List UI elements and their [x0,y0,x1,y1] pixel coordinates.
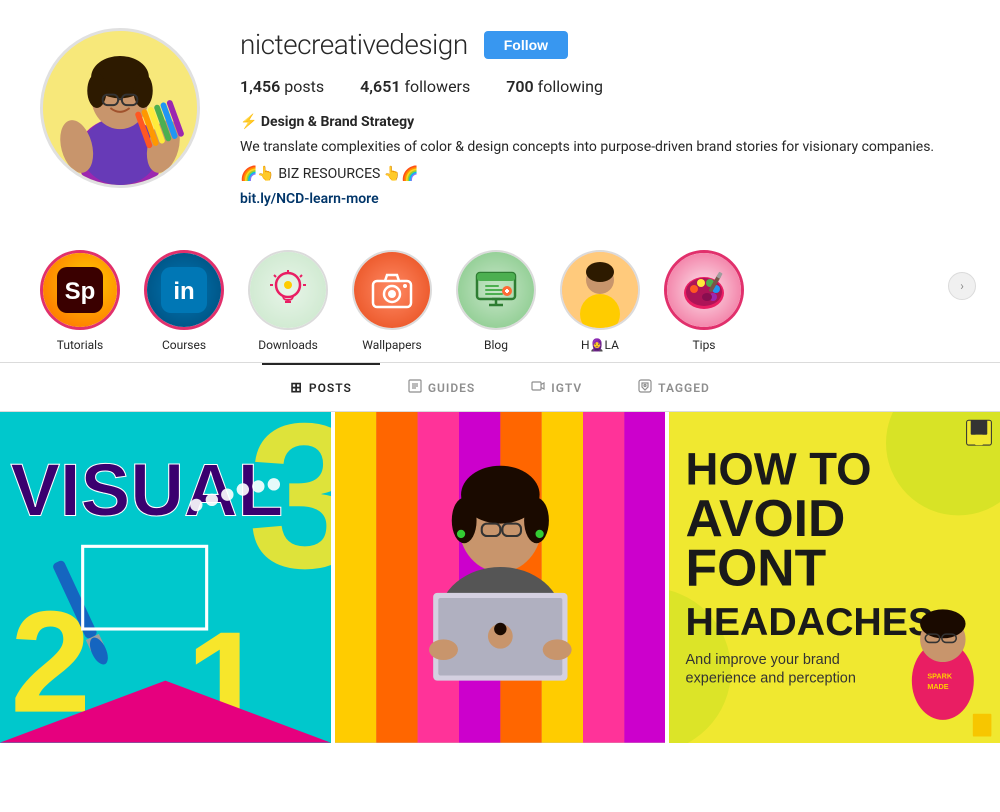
post-font-bg: HOW TO AVOID FONT HEADACHES And improve … [669,412,1000,743]
highlight-bg-hola [562,252,638,328]
svg-text:HOW TO: HOW TO [686,443,872,494]
svg-text:FONT: FONT [686,539,827,597]
tab-igtv-label: IGTV [551,381,582,395]
highlight-label-wallpapers: Wallpapers [362,338,421,352]
highlight-tips[interactable]: Tips [664,250,744,352]
highlight-bg-tips [667,253,741,327]
svg-text:MADE: MADE [928,682,949,691]
posts-label: posts [284,77,324,96]
bio-name: ⚡ Design & Brand Strategy [240,112,960,133]
posts-icon: ⊞ [290,380,303,396]
highlight-hola[interactable]: H🧕LA [560,250,640,352]
highlight-bg-wallpapers [354,252,430,328]
following-label: following [538,77,603,96]
profile-header-row: nictecreativedesign Follow [240,28,960,61]
stats-row: 1,456 posts 4,651 followers 700 followin… [240,77,960,96]
highlights-next-arrow[interactable]: › [948,272,976,300]
highlight-bg-blog [458,252,534,328]
profile-info: nictecreativedesign Follow 1,456 posts 4… [240,28,960,210]
highlight-circle-wallpapers [352,250,432,330]
highlight-bg-downloads [250,252,326,328]
svg-text:And improve your brand: And improve your brand [686,652,840,668]
highlight-bg-courses: in [147,253,221,327]
highlight-downloads[interactable]: Downloads [248,250,328,352]
highlights-section: Sp Tutorials in Courses [0,230,1000,363]
tab-tagged[interactable]: TAGGED [610,363,738,411]
highlight-bg-tutorials: Sp [43,253,117,327]
username: nictecreativedesign [240,28,468,61]
bio-emoji: ⚡ [240,114,257,130]
guides-icon [408,379,422,397]
tab-igtv[interactable]: IGTV [503,363,610,411]
follow-button[interactable]: Follow [484,31,568,59]
bio-link-row: 🌈👆 BIZ RESOURCES 👆🌈 [240,164,960,185]
bio-link-wrapper: bit.ly/NCD-learn-more [240,189,960,210]
highlights-row: Sp Tutorials in Courses [40,250,960,352]
followers-stat[interactable]: 4,651 followers [360,77,470,96]
post-3[interactable]: HOW TO AVOID FONT HEADACHES And improve … [669,412,1000,743]
igtv-icon [531,379,545,397]
followers-label: followers [404,77,470,96]
bio-text: We translate complexities of color & des… [240,137,960,158]
tab-posts[interactable]: ⊞ POSTS [262,363,380,411]
highlight-label-courses: Courses [162,338,206,352]
bio-section: ⚡ Design & Brand Strategy We translate c… [240,112,960,210]
svg-text:experience and perception: experience and perception [686,671,856,687]
tab-guides[interactable]: GUIDES [380,363,503,411]
following-count: 700 [506,77,533,96]
highlight-label-tutorials: Tutorials [57,338,104,352]
posts-grid: 3 VISUAL 2 1 [0,412,1000,743]
svg-text:Sp: Sp [65,278,96,305]
highlight-label-tips: Tips [692,338,715,352]
highlight-tutorials[interactable]: Sp Tutorials [40,250,120,352]
posts-stat: 1,456 posts [240,77,324,96]
svg-text:HEADACHES: HEADACHES [686,600,935,644]
post-person-bg [335,412,666,743]
post-1[interactable]: 3 VISUAL 2 1 [0,412,331,743]
svg-text:SPARK: SPARK [928,672,954,681]
following-stat[interactable]: 700 following [506,77,603,96]
highlight-label-downloads: Downloads [258,338,318,352]
highlight-circle-tips [664,250,744,330]
posts-count: 1,456 [240,77,280,96]
avatar [40,28,200,188]
highlight-blog[interactable]: Blog [456,250,536,352]
profile-section: nictecreativedesign Follow 1,456 posts 4… [0,0,1000,230]
highlight-circle-blog [456,250,536,330]
highlight-circle-courses: in [144,250,224,330]
tab-tagged-label: TAGGED [658,381,710,395]
bio-link-label: 🌈👆 BIZ RESOURCES 👆🌈 [240,166,419,182]
followers-count: 4,651 [360,77,400,96]
svg-text:in: in [173,278,194,305]
post-2[interactable] [335,412,666,743]
tab-posts-label: POSTS [309,381,352,395]
highlight-courses[interactable]: in Courses [144,250,224,352]
tab-guides-label: GUIDES [428,381,475,395]
bio-display-name: Design & Brand Strategy [261,114,414,130]
post-visual-bg: 3 VISUAL 2 1 [0,412,331,743]
bio-link[interactable]: bit.ly/NCD-learn-more [240,191,379,207]
highlight-circle-hola [560,250,640,330]
highlight-label-blog: Blog [484,338,508,352]
highlight-circle-tutorials: Sp [40,250,120,330]
tabs-section: ⊞ POSTS GUIDES IGTV [0,363,1000,412]
tagged-icon [638,379,652,397]
highlight-label-hola: H🧕LA [581,338,619,352]
highlight-circle-downloads [248,250,328,330]
highlight-wallpapers[interactable]: Wallpapers [352,250,432,352]
